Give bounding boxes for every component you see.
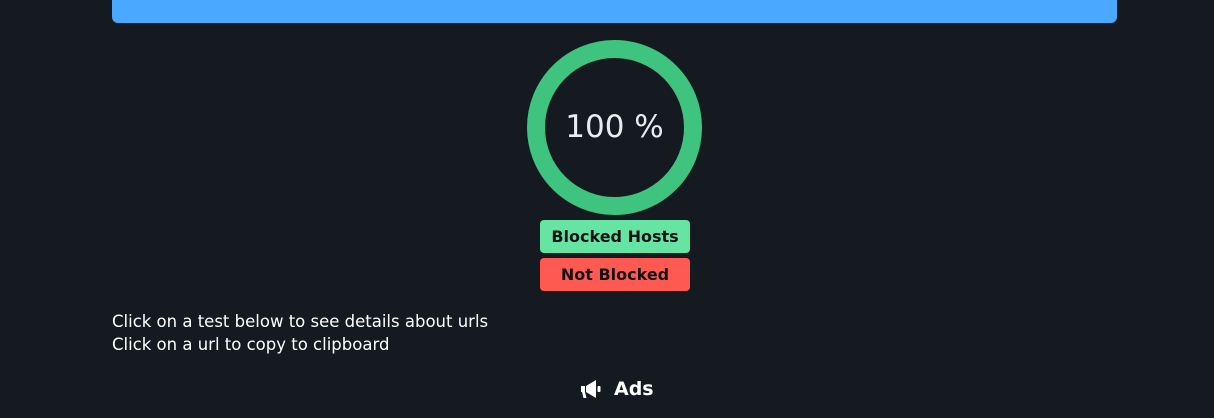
- instruction-line-2: Click on a url to copy to clipboard: [112, 335, 390, 354]
- blocked-hosts-legend[interactable]: Blocked Hosts: [540, 220, 690, 253]
- top-banner-bar: [112, 0, 1117, 23]
- instruction-line-1: Click on a test below to see details abo…: [112, 312, 489, 331]
- ads-section-header[interactable]: Ads: [579, 374, 654, 404]
- instructions: Click on a test below to see details abo…: [112, 310, 488, 356]
- progress-ring: 100 %: [527, 40, 702, 215]
- section-title: Ads: [614, 378, 654, 400]
- progress-percent: 100 %: [565, 109, 664, 145]
- megaphone-icon: [579, 377, 603, 401]
- not-blocked-legend[interactable]: Not Blocked: [540, 258, 690, 291]
